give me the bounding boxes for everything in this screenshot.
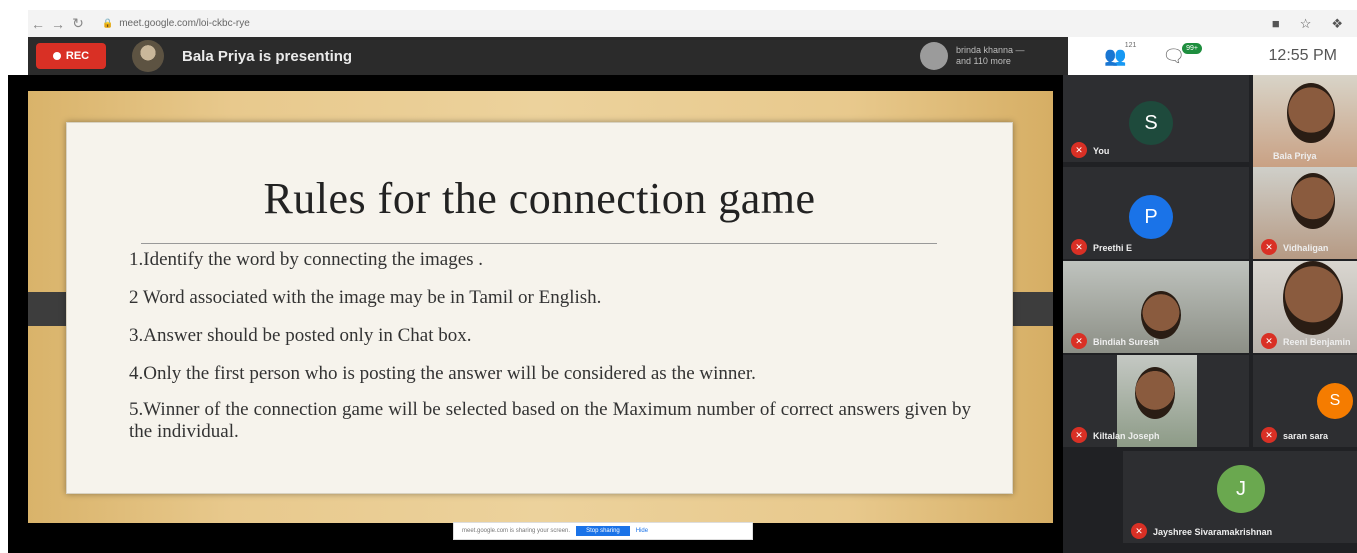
participant-video bbox=[1135, 367, 1175, 419]
participant-video bbox=[1141, 291, 1181, 339]
mic-off-icon: ✕ bbox=[1071, 427, 1087, 443]
participant-video bbox=[1287, 83, 1335, 143]
meet-controls: 👥 121 🗨 99+ 12:55 PM bbox=[1068, 37, 1357, 75]
browser-actions: ■ ☆ ❖ bbox=[1272, 16, 1357, 32]
lock-icon: 🔒 bbox=[102, 18, 114, 28]
rule-item: 4.Only the first person who is posting t… bbox=[129, 363, 756, 384]
back-icon[interactable]: ← bbox=[28, 16, 48, 32]
participant-video bbox=[1291, 173, 1335, 229]
participant-avatar: S bbox=[1317, 383, 1353, 419]
slide-title: Rules for the connection game bbox=[263, 174, 816, 223]
participant-avatar: S bbox=[1129, 101, 1173, 145]
mic-off-icon: ✕ bbox=[1261, 333, 1277, 349]
presentation-area: Rules for the connection game 1.Identify… bbox=[8, 75, 1068, 553]
participant-tile-jayshree[interactable]: J ✕ Jayshree Sivaramakrishnan bbox=[1123, 451, 1357, 543]
viewers-text: brinda khanna — and 110 more bbox=[956, 45, 1056, 67]
mic-off-icon: ✕ bbox=[1131, 523, 1147, 539]
rule-item: 3.Answer should be posted only in Chat b… bbox=[129, 325, 472, 346]
address-bar[interactable]: 🔒 meet.google.com/loi-ckbc-rye bbox=[102, 18, 250, 29]
participants-count: 121 bbox=[1124, 41, 1137, 49]
clock: 12:55 PM bbox=[1268, 47, 1337, 64]
extension-icon[interactable]: ❖ bbox=[1331, 16, 1343, 32]
presenting-text: Bala Priya is presenting bbox=[182, 47, 353, 65]
rec-label: REC bbox=[65, 50, 90, 62]
mic-off-icon: ✕ bbox=[1261, 239, 1277, 255]
forward-icon[interactable]: → bbox=[48, 16, 68, 32]
viewers-info[interactable]: brinda khanna — and 110 more bbox=[920, 42, 1056, 70]
hide-button[interactable]: Hide bbox=[636, 528, 648, 534]
mic-off-icon: ✕ bbox=[1071, 239, 1087, 255]
participant-tile-saran[interactable]: S ✕ saran sara bbox=[1253, 355, 1357, 447]
rule-item: 1.Identify the word by connecting the im… bbox=[129, 249, 484, 270]
participant-name: Bindiah Suresh bbox=[1093, 337, 1160, 347]
mic-off-icon: ✕ bbox=[1071, 142, 1087, 158]
browser-toolbar: ← → ↻ 🔒 meet.google.com/loi-ckbc-rye ■ ☆… bbox=[28, 10, 1357, 37]
meet-top-bar: REC Bala Priya is presenting brinda khan… bbox=[28, 37, 1068, 75]
screen-share-notice: meet.google.com is sharing your screen. … bbox=[453, 522, 753, 540]
url-text: meet.google.com/loi-ckbc-rye bbox=[119, 18, 250, 29]
viewers-line-2: and 110 more bbox=[956, 56, 1011, 66]
participant-avatar: P bbox=[1129, 195, 1173, 239]
chat-count-badge: 99+ bbox=[1182, 43, 1202, 54]
participant-name: You bbox=[1093, 146, 1110, 156]
participant-tile-kiltalan[interactable]: ✕ Kiltalan Joseph bbox=[1063, 355, 1249, 447]
meet-window: ← → ↻ 🔒 meet.google.com/loi-ckbc-rye ■ ☆… bbox=[8, 0, 1357, 553]
participant-tile-bala-priya[interactable]: Bala Priya bbox=[1253, 75, 1357, 167]
participant-name: Preethi E bbox=[1093, 243, 1133, 253]
reload-icon[interactable]: ↻ bbox=[68, 15, 88, 32]
stop-sharing-button[interactable]: Stop sharing bbox=[576, 526, 630, 536]
slide: Rules for the connection game 1.Identify… bbox=[66, 122, 1013, 540]
rules-list: 1.Identify the word by connecting the im… bbox=[129, 249, 971, 457]
participant-name: Kiltalan Joseph bbox=[1093, 431, 1160, 441]
participant-name: saran sara bbox=[1283, 431, 1329, 441]
participant-tile-preethi[interactable]: P ✕ Preethi E bbox=[1063, 167, 1249, 259]
bookmark-star-icon[interactable]: ☆ bbox=[1300, 16, 1312, 32]
viewer-avatar bbox=[920, 42, 948, 70]
participant-name: Jayshree Sivaramakrishnan bbox=[1153, 527, 1273, 537]
participant-avatar: J bbox=[1217, 465, 1265, 513]
participant-video bbox=[1283, 261, 1343, 335]
participant-tile-vidhaligan[interactable]: ✕ Vidhaligan bbox=[1253, 167, 1357, 259]
record-dot-icon bbox=[52, 52, 61, 60]
presenter-avatar bbox=[132, 40, 164, 72]
participant-tile-you[interactable]: S ✕ You bbox=[1063, 75, 1249, 162]
participant-name: Vidhaligan bbox=[1283, 243, 1329, 253]
participant-tile-reeni[interactable]: ✕ Reeni Benjamin bbox=[1253, 261, 1357, 353]
participants-grid: S ✕ You Bala Priya P ✕ Preethi E ✕ Vidha… bbox=[1063, 75, 1357, 553]
rule-item: 5.Winner of the connection game will be … bbox=[129, 399, 971, 442]
rule-item: 2 Word associated with the image may be … bbox=[129, 287, 602, 308]
participant-tile-bindiah[interactable]: ✕ Bindiah Suresh bbox=[1063, 261, 1249, 353]
mic-off-icon: ✕ bbox=[1071, 333, 1087, 349]
camera-indicator-icon[interactable]: ■ bbox=[1272, 16, 1280, 32]
recording-badge: REC bbox=[36, 43, 106, 69]
share-notice-text: meet.google.com is sharing your screen. bbox=[462, 528, 571, 534]
mic-off-icon: ✕ bbox=[1261, 427, 1277, 443]
viewers-line-1: brinda khanna — bbox=[956, 45, 1025, 55]
participant-name: Bala Priya bbox=[1273, 151, 1317, 161]
title-divider bbox=[141, 243, 937, 244]
people-icon[interactable]: 👥 121 bbox=[1104, 42, 1136, 67]
participant-name: Reeni Benjamin bbox=[1283, 337, 1351, 347]
